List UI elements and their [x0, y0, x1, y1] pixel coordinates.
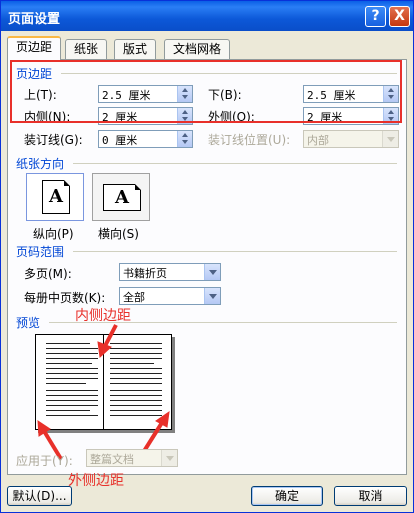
apply-to-value: 整篇文档: [90, 453, 134, 466]
orientation-section-label: 纸张方向: [16, 157, 65, 171]
landscape-button[interactable]: A: [92, 173, 150, 221]
title-bar: 页面设置 ? X: [1, 1, 413, 31]
pages-divider: [73, 251, 397, 252]
sheets-per-booklet-label: 每册中页数(K):: [24, 291, 106, 305]
multiple-pages-label: 多页(M):: [24, 267, 72, 281]
portrait-page-icon: A: [42, 180, 70, 214]
outside-margin-annotation: 外侧边距: [68, 473, 124, 489]
booklet-preview: [35, 334, 172, 430]
tab-margins[interactable]: 页边距: [7, 36, 62, 60]
chevron-down-icon[interactable]: [382, 131, 398, 147]
sheets-per-booklet-value: 全部: [123, 291, 145, 304]
pages-section-label: 页码范围: [16, 245, 65, 259]
inside-margin-annotation: 内侧边距: [75, 308, 131, 324]
page-setup-dialog: 页面设置 ? X 页边距 纸张 版式 文档网格 页边距 上(T): 2.5 厘米…: [0, 0, 414, 513]
help-button[interactable]: ?: [365, 6, 386, 27]
landscape-label[interactable]: 横向(S): [98, 225, 139, 242]
gutter-position-value: 内部: [307, 134, 329, 147]
sheets-per-booklet-select[interactable]: 全部: [119, 287, 221, 305]
gutter-position-select[interactable]: 内部: [303, 130, 399, 148]
gutter-spinner[interactable]: 0 厘米: [98, 130, 193, 148]
chevron-down-icon[interactable]: [161, 450, 177, 466]
gutter-position-label: 装订线位置(U):: [208, 133, 291, 147]
multiple-pages-value: 书籍折页: [123, 267, 167, 280]
tab-paper[interactable]: 纸张: [65, 39, 108, 59]
tab-layout[interactable]: 版式: [114, 39, 157, 59]
preview-section-label: 预览: [16, 316, 41, 330]
preview-spine: [103, 335, 104, 429]
chevron-down-icon[interactable]: [204, 288, 220, 304]
spinner-arrows-icon[interactable]: [177, 131, 192, 147]
portrait-button[interactable]: A: [26, 173, 84, 221]
gutter-value: 0 厘米: [102, 134, 138, 147]
apply-to-label: 应用于(Y):: [16, 454, 73, 468]
window-title: 页面设置: [8, 12, 61, 27]
chevron-down-icon[interactable]: [204, 264, 220, 280]
tab-document-grid[interactable]: 文档网格: [164, 39, 231, 59]
margins-highlight-box: [10, 60, 402, 123]
landscape-page-icon: A: [103, 184, 141, 211]
close-button[interactable]: X: [389, 6, 410, 27]
orientation-divider: [73, 163, 397, 164]
ok-button[interactable]: 确定: [251, 486, 323, 506]
cancel-button[interactable]: 取消: [334, 486, 407, 506]
multiple-pages-select[interactable]: 书籍折页: [119, 263, 221, 281]
portrait-label[interactable]: 纵向(P): [33, 225, 74, 242]
apply-to-select[interactable]: 整篇文档: [86, 449, 178, 467]
default-button[interactable]: 默认(D)...: [7, 486, 72, 506]
gutter-label: 装订线(G):: [24, 133, 83, 147]
